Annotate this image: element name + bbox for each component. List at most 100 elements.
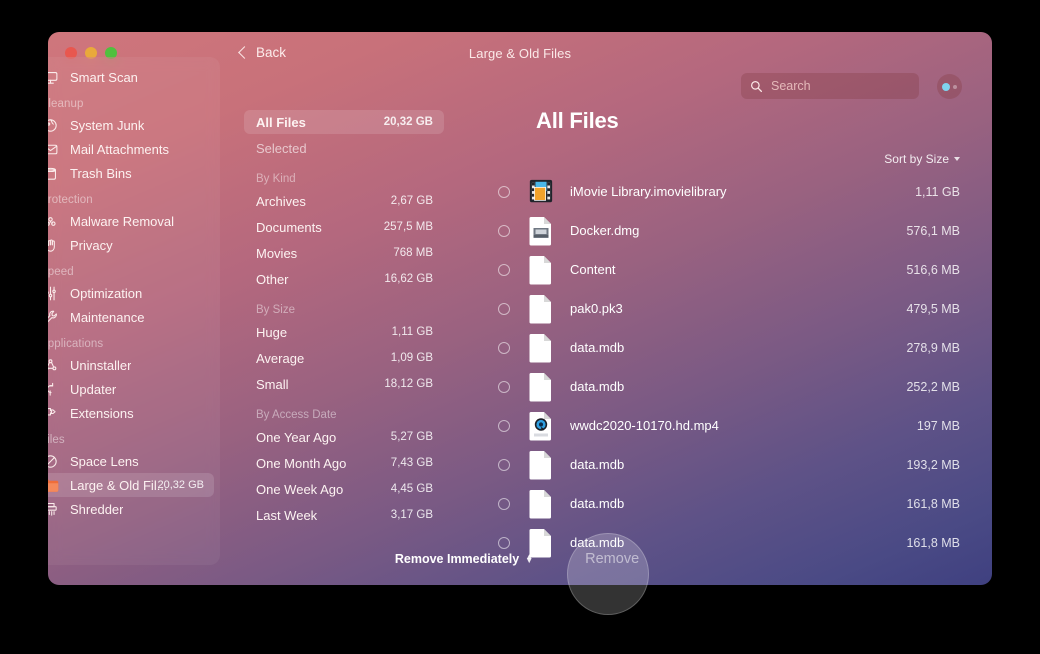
file-row[interactable]: wwdc2020-10170.hd.mp4197 MB xyxy=(498,406,970,445)
shredder-icon xyxy=(48,501,60,518)
filter-one-week-ago[interactable]: One Week Ago4,45 GB xyxy=(244,477,444,501)
space-lens-icon xyxy=(48,453,60,470)
filter-value: 2,67 GB xyxy=(391,195,433,207)
file-select-radio[interactable] xyxy=(498,225,510,237)
toggle-on-dot-icon xyxy=(942,83,950,91)
file-row[interactable]: iMovie Library.imovielibrary1,11 GB xyxy=(498,172,970,211)
sort-by-size-button[interactable]: Sort by Size xyxy=(884,152,960,166)
sidebar-item-label: Updater xyxy=(70,382,116,397)
extensions-icon xyxy=(48,405,60,422)
file-select-radio[interactable] xyxy=(498,420,510,432)
sidebar-item-size: 20,32 GB xyxy=(158,479,204,491)
filter-last-week[interactable]: Last Week3,17 GB xyxy=(244,503,444,527)
file-select-radio[interactable] xyxy=(498,264,510,276)
file-name: pak0.pk3 xyxy=(570,301,906,316)
sidebar-item-large-old-fil[interactable]: Large & Old Fil...20,32 GB xyxy=(48,473,214,497)
file-size: 516,6 MB xyxy=(906,263,960,277)
file-name: data.mdb xyxy=(570,457,906,472)
remove-button[interactable]: Remove xyxy=(579,551,645,567)
quicktime-movie-icon xyxy=(528,411,554,441)
search-input[interactable] xyxy=(771,79,910,93)
mail-icon xyxy=(48,141,60,158)
file-row[interactable]: data.mdb161,8 MB xyxy=(498,484,970,523)
filter-label: Last Week xyxy=(256,508,317,523)
file-row[interactable]: data.mdb252,2 MB xyxy=(498,367,970,406)
sidebar-item-extensions[interactable]: Extensions xyxy=(48,401,214,425)
filter-label: Huge xyxy=(256,325,287,340)
filter-label: Selected xyxy=(256,141,307,156)
sidebar-item-label: System Junk xyxy=(70,118,144,133)
file-size: 197 MB xyxy=(917,419,960,433)
sidebar-item-malware-removal[interactable]: Malware Removal xyxy=(48,209,214,233)
sidebar-item-space-lens[interactable]: Space Lens xyxy=(48,449,214,473)
filter-label: Other xyxy=(256,272,289,287)
sidebar-group-applications: Applications xyxy=(48,329,220,353)
disk-image-icon xyxy=(528,216,554,246)
file-select-radio[interactable] xyxy=(498,342,510,354)
filter-value: 4,45 GB xyxy=(391,483,433,495)
filter-average[interactable]: Average1,09 GB xyxy=(244,346,444,370)
filter-label: Movies xyxy=(256,246,297,261)
file-select-radio[interactable] xyxy=(498,381,510,393)
filter-value: 1,11 GB xyxy=(392,326,433,338)
filter-label: All Files xyxy=(256,115,306,130)
file-size: 1,11 GB xyxy=(915,185,960,199)
sidebar-item-updater[interactable]: Updater xyxy=(48,377,214,401)
sidebar-item-optimization[interactable]: Optimization xyxy=(48,281,214,305)
wrench-icon xyxy=(48,309,60,326)
filter-one-year-ago[interactable]: One Year Ago5,27 GB xyxy=(244,425,444,449)
file-size: 479,5 MB xyxy=(906,302,960,316)
sidebar-item-maintenance[interactable]: Maintenance xyxy=(48,305,214,329)
file-name: data.mdb xyxy=(570,340,906,355)
filter-selected[interactable]: Selected xyxy=(244,136,444,160)
file-select-radio[interactable] xyxy=(498,459,510,471)
sidebar-item-trash-bins[interactable]: Trash Bins xyxy=(48,161,214,185)
file-row[interactable]: data.mdb193,2 MB xyxy=(498,445,970,484)
sidebar: Smart ScanCleanupSystem JunkMail Attachm… xyxy=(48,57,220,565)
filter-one-month-ago[interactable]: One Month Ago 7,43 GB xyxy=(244,451,444,475)
file-row[interactable]: pak0.pk3479,5 MB xyxy=(498,289,970,328)
file-size: 278,9 MB xyxy=(906,341,960,355)
sidebar-item-system-junk[interactable]: System Junk xyxy=(48,113,214,137)
sidebar-item-label: Extensions xyxy=(70,406,134,421)
filter-documents[interactable]: Documents257,5 MB xyxy=(244,215,444,239)
filter-section-heading: By Size xyxy=(244,293,444,320)
filter-other[interactable]: Other 16,62 GB xyxy=(244,267,444,291)
filter-value: 7,43 GB xyxy=(391,457,433,469)
sidebar-item-label: Large & Old Fil... xyxy=(70,478,168,493)
filter-archives[interactable]: Archives2,67 GB xyxy=(244,189,444,213)
system-junk-icon xyxy=(48,117,60,134)
sidebar-group-speed: Speed xyxy=(48,257,220,281)
file-select-radio[interactable] xyxy=(498,303,510,315)
filter-value: 16,62 GB xyxy=(384,273,433,285)
sidebar-item-label: Smart Scan xyxy=(70,70,138,85)
file-list: iMovie Library.imovielibrary1,11 GBDocke… xyxy=(488,172,970,562)
file-row[interactable]: Docker.dmg576,1 MB xyxy=(498,211,970,250)
file-row[interactable]: data.mdb278,9 MB xyxy=(498,328,970,367)
sidebar-item-label: Maintenance xyxy=(70,310,144,325)
sidebar-item-label: Space Lens xyxy=(70,454,139,469)
generic-document-icon xyxy=(528,372,554,402)
sidebar-item-label: Shredder xyxy=(70,502,123,517)
filter-huge[interactable]: Huge 1,11 GB xyxy=(244,320,444,344)
filter-value: 257,5 MB xyxy=(384,221,433,233)
updater-icon xyxy=(48,381,60,398)
filter-value: 1,09 GB xyxy=(391,352,433,364)
removal-mode-select[interactable]: Remove Immediately ▲▼ xyxy=(395,552,533,566)
sidebar-item-label: Trash Bins xyxy=(70,166,132,181)
filter-section-heading: By Kind xyxy=(244,162,444,189)
filter-column: All Files20,32 GB Selected By KindArchives… xyxy=(244,110,444,529)
sort-button-label: Sort by Size xyxy=(884,152,949,166)
filter-label: One Month Ago xyxy=(256,456,346,471)
filter-all-files[interactable]: All Files20,32 GB xyxy=(244,110,444,134)
file-select-radio[interactable] xyxy=(498,186,510,198)
filter-small[interactable]: Small18,12 GB xyxy=(244,372,444,396)
file-row[interactable]: Content516,6 MB xyxy=(498,250,970,289)
sidebar-item-mail-attachments[interactable]: Mail Attachments xyxy=(48,137,214,161)
sidebar-item-shredder[interactable]: Shredder xyxy=(48,497,214,521)
file-select-radio[interactable] xyxy=(498,498,510,510)
sidebar-item-uninstaller[interactable]: Uninstaller xyxy=(48,353,214,377)
filter-movies[interactable]: Movies768 MB xyxy=(244,241,444,265)
sidebar-item-privacy[interactable]: Privacy xyxy=(48,233,214,257)
sidebar-item-smart-scan[interactable]: Smart Scan xyxy=(48,65,214,89)
